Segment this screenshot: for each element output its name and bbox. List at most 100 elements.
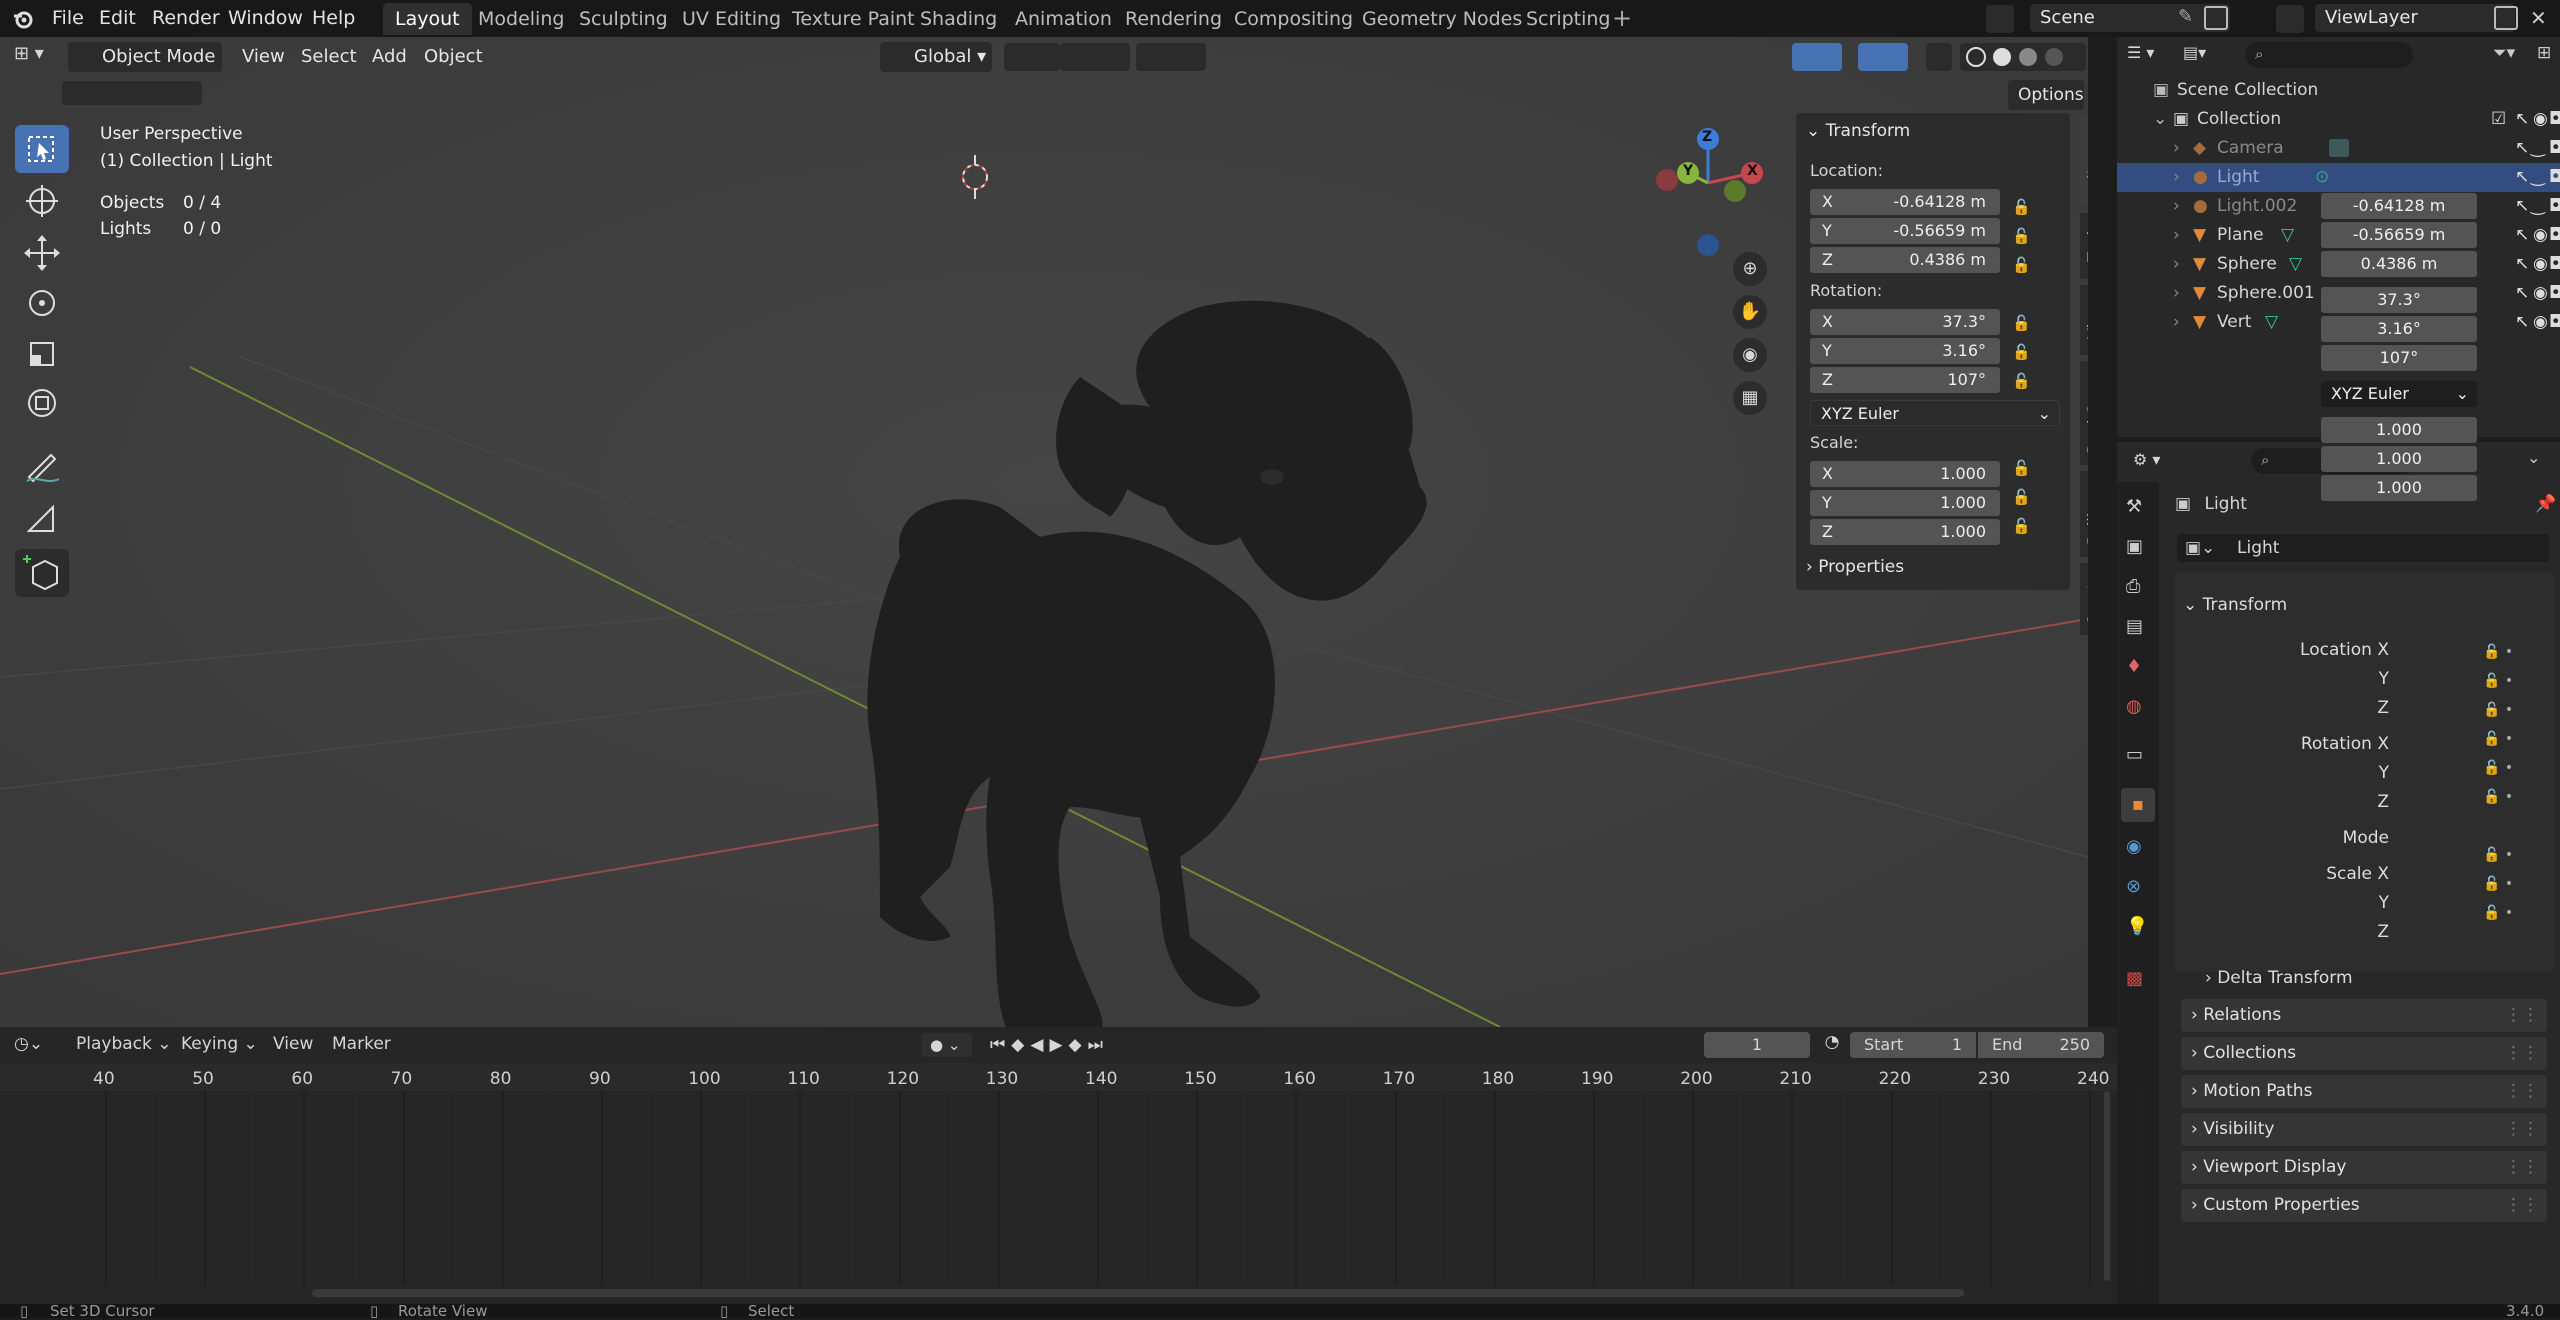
- move-tool-icon[interactable]: [15, 229, 69, 277]
- transform-orientation-dropdown[interactable]: Global ▾: [880, 42, 992, 72]
- object-tab-icon[interactable]: ▪: [2121, 788, 2155, 822]
- shading-mode-buttons[interactable]: [1960, 43, 2086, 71]
- select-toggle-icon[interactable]: ↖: [2515, 105, 2529, 134]
- add-cube-tool-icon[interactable]: [15, 549, 69, 597]
- expand-chevron-right-icon[interactable]: ›: [2173, 221, 2180, 250]
- area-divider[interactable]: [2088, 37, 2117, 1027]
- tab-modeling[interactable]: Modeling: [466, 3, 576, 35]
- scale-x-field[interactable]: X 1.000: [1810, 461, 2000, 487]
- rotation-x-field[interactable]: X 37.3°: [1810, 309, 2000, 335]
- tab-uv-editing[interactable]: UV Editing: [670, 3, 793, 35]
- 3d-viewport[interactable]: ⊞ ▾ Object Mode ▾ View Select Add Object…: [0, 37, 2088, 1027]
- render-camera-icon[interactable]: ◘: [2549, 105, 2560, 134]
- outliner-search-input[interactable]: ⌕: [2245, 42, 2413, 68]
- menu-add[interactable]: Add: [372, 42, 407, 72]
- rotate-tool-icon[interactable]: [15, 279, 69, 327]
- expand-chevron-right-icon[interactable]: ›: [2173, 192, 2180, 221]
- rotation-z-input[interactable]: 107°: [2321, 345, 2477, 371]
- location-z-input[interactable]: 0.4386 m: [2321, 251, 2477, 277]
- rotation-y-field[interactable]: Y 3.16°: [1810, 338, 2000, 364]
- tab-shading[interactable]: Shading: [908, 3, 1009, 35]
- menu-window[interactable]: Window: [228, 0, 303, 37]
- menu-help[interactable]: Help: [312, 0, 355, 37]
- outliner-editor-type-icon[interactable]: ☰ ▾: [2127, 43, 2167, 67]
- select-box-tool-icon[interactable]: [15, 125, 69, 173]
- blender-logo-icon[interactable]: [12, 8, 34, 30]
- tab-animation[interactable]: Animation: [1003, 3, 1124, 35]
- new-view-layer-icon[interactable]: [2494, 6, 2518, 30]
- collection-tab-icon[interactable]: ▭: [2126, 744, 2143, 765]
- annotate-tool-icon[interactable]: [15, 441, 69, 489]
- light-data-tab-icon[interactable]: 💡: [2126, 916, 2148, 937]
- expand-chevron-right-icon[interactable]: ›: [2173, 279, 2180, 308]
- outliner-row-scene-collection[interactable]: ▣ Scene Collection: [2117, 76, 2560, 105]
- custom-properties-section[interactable]: › Custom Properties ⋮⋮: [2181, 1189, 2547, 1222]
- vertical-scrollbar[interactable]: [2104, 1091, 2110, 1281]
- pin-icon[interactable]: 📌: [2535, 494, 2556, 514]
- scale-z-input[interactable]: 1.000: [2321, 475, 2477, 501]
- sidebar-tab-create[interactable]: Create: [2080, 563, 2088, 635]
- exclude-checkbox[interactable]: ☑: [2491, 105, 2506, 134]
- measure-tool-icon[interactable]: [15, 493, 69, 541]
- sidebar-tab-tool[interactable]: Tool: [2080, 213, 2088, 279]
- mesh-data-icon[interactable]: ▽: [2265, 308, 2278, 337]
- snap-icon[interactable]: [1060, 43, 1130, 71]
- scale-y-input[interactable]: 1.000: [2321, 446, 2477, 472]
- hidden-eye-icon[interactable]: ‿: [2531, 163, 2545, 192]
- render-camera-icon[interactable]: ◘: [2549, 221, 2560, 250]
- render-camera-icon[interactable]: ◘: [2549, 134, 2560, 163]
- transform-lock-icons[interactable]: 🔓 • 🔓 • 🔓 • 🔓 • 🔓 • 🔓 • 🔓 • 🔓 • 🔓 •: [2483, 638, 2513, 928]
- overlays-toggle-icon[interactable]: [1858, 43, 1908, 71]
- new-scene-icon[interactable]: [2204, 6, 2228, 30]
- outliner-row-light[interactable]: › ● Light ⊙ ↖ ‿ ◘: [2117, 163, 2560, 192]
- output-tab-icon[interactable]: ⎙: [2126, 576, 2140, 597]
- scale-x-input[interactable]: 1.000: [2321, 417, 2477, 443]
- scene-selector-icon[interactable]: [1986, 5, 2014, 33]
- horizontal-scrollbar[interactable]: [312, 1289, 1964, 1297]
- render-camera-icon[interactable]: ◘: [2549, 308, 2560, 337]
- editor-type-icon[interactable]: ⊞ ▾: [14, 43, 54, 73]
- location-y-input[interactable]: -0.56659 m: [2321, 222, 2477, 248]
- mode-dropdown[interactable]: Object Mode ▾: [68, 42, 222, 97]
- camera-view-icon[interactable]: ◉: [1733, 338, 1767, 372]
- transform-panel-header[interactable]: ⌄ Transform: [2183, 595, 2287, 615]
- light-data-icon[interactable]: ⊙: [2315, 163, 2329, 192]
- sidebar-tab-real-snow[interactable]: Real Snow: [2080, 361, 2088, 465]
- cursor-tool-icon[interactable]: [15, 177, 69, 225]
- add-workspace-icon[interactable]: +: [1612, 4, 1632, 32]
- tab-rendering[interactable]: Rendering: [1113, 3, 1234, 35]
- select-toggle-icon[interactable]: ↖: [2515, 192, 2529, 221]
- world-tab-icon[interactable]: ◍: [2126, 696, 2142, 717]
- visibility-toggle-icon[interactable]: [1744, 43, 1784, 71]
- menu-view[interactable]: View: [242, 42, 285, 72]
- location-z-field[interactable]: Z 0.4386 m: [1810, 247, 2000, 273]
- outliner-row-camera[interactable]: › ◆ Camera ↖ ‿ ◘: [2117, 134, 2560, 163]
- chevron-down-icon[interactable]: ⌄: [2527, 448, 2540, 467]
- select-toggle-icon[interactable]: ↖: [2515, 163, 2529, 192]
- scene-name-field[interactable]: Scene: [2030, 4, 2230, 32]
- constraints-tab-icon[interactable]: ⊗: [2126, 876, 2141, 897]
- physics-tab-icon[interactable]: ◉: [2126, 836, 2142, 857]
- sidebar-tab-item[interactable]: Item: [2080, 115, 2088, 207]
- menu-select[interactable]: Select: [301, 42, 357, 72]
- view-layer-selector-icon[interactable]: [2276, 5, 2304, 33]
- view-layer-tab-icon[interactable]: ▤: [2126, 616, 2143, 637]
- selection-mode-buttons[interactable]: [62, 81, 202, 105]
- pan-hand-icon[interactable]: ✋: [1733, 295, 1767, 329]
- view-layer-name-field[interactable]: ViewLayer: [2315, 4, 2515, 32]
- outliner-row-collection[interactable]: ⌄ ▣ Collection ☑ ↖ ◉ ◘: [2117, 105, 2560, 134]
- sidebar-tab-polligon[interactable]: Polligon: [2080, 471, 2088, 557]
- object-data-selector-icon[interactable]: ▣⌄: [2185, 534, 2215, 562]
- expand-chevron-right-icon[interactable]: ›: [2173, 134, 2180, 163]
- render-tab-icon[interactable]: ▣: [2126, 536, 2143, 557]
- expand-chevron-down-icon[interactable]: ⌄: [2153, 105, 2167, 134]
- hidden-eye-icon[interactable]: ‿: [2531, 134, 2545, 163]
- tab-scripting[interactable]: Scripting: [1514, 3, 1623, 35]
- location-x-input[interactable]: -0.64128 m: [2321, 193, 2477, 219]
- tab-layout[interactable]: Layout: [383, 3, 472, 35]
- transform-tool-icon[interactable]: [15, 379, 69, 427]
- eye-icon[interactable]: ◉: [2533, 308, 2548, 337]
- lock-icons-group[interactable]: 🔓 🔓 🔓 🔓 🔓 🔓 🔓 🔓 🔓: [2012, 193, 2031, 541]
- mesh-data-icon[interactable]: ▽: [2281, 221, 2294, 250]
- display-mode-icon[interactable]: ▤▾: [2183, 43, 2213, 67]
